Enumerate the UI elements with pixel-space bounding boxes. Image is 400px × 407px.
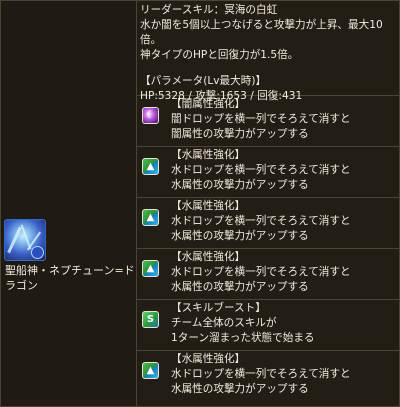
awakening-title: 【闇属性強化】 xyxy=(171,98,246,110)
dark-row-enhance-icon: ☾ xyxy=(142,107,159,124)
awakening-desc: 水ドロップを横一列でそろえて消すと xyxy=(171,164,351,176)
water-row-enhance-icon: ▲ xyxy=(142,209,159,226)
awakening-desc: 水属性の攻撃力がアップする xyxy=(171,281,309,293)
leader-skill-line: 神タイプのHPと回復力が1.5倍。 xyxy=(140,49,299,61)
awakening-desc: 水ドロップを横一列でそろえて消すと xyxy=(171,266,351,278)
awakening-row: ▲ 【水属性強化】 水ドロップを横一列でそろえて消すと 水属性の攻撃力がアップす… xyxy=(137,147,399,198)
awakening-title: 【水属性強化】 xyxy=(171,251,246,263)
water-row-enhance-icon: ▲ xyxy=(142,260,159,277)
awakening-desc: 水属性の攻撃力がアップする xyxy=(171,383,309,395)
leader-skill-title: リーダースキル：冥海の白虹 xyxy=(140,4,278,16)
awakening-desc: 闇属性の攻撃力がアップする xyxy=(171,128,309,140)
parameter-title: 【パラメータ(Lv最大時)】 xyxy=(140,75,267,87)
awakening-row: ▲ 【水属性強化】 水ドロップを横一列でそろえて消すと 水属性の攻撃力がアップす… xyxy=(137,249,399,300)
awakening-row: S 【スキルブースト】 チーム全体のスキルが 1ターン溜まった状態で始まる xyxy=(137,300,399,351)
awakening-row: ▲ 【水属性強化】 水ドロップを横一列でそろえて消すと 水属性の攻撃力がアップす… xyxy=(137,351,399,406)
awakening-desc: 水属性の攻撃力がアップする xyxy=(171,230,309,242)
awakening-desc: チーム全体のスキルが xyxy=(171,317,277,329)
monster-icon[interactable] xyxy=(4,219,46,261)
monster-name: 聖船神・ネプチューン=ドラゴン xyxy=(5,264,135,292)
monster-detail-table: 聖船神・ネプチューン=ドラゴン リーダースキル：冥海の白虹 水か闇を5個以上つな… xyxy=(0,0,400,407)
awakening-title: 【水属性強化】 xyxy=(171,149,246,161)
monster-column: 聖船神・ネプチューン=ドラゴン xyxy=(1,1,137,406)
awakening-title: 【水属性強化】 xyxy=(171,353,246,365)
awakening-desc: 水属性の攻撃力がアップする xyxy=(171,179,309,191)
awakening-desc: 水ドロップを横一列でそろえて消すと xyxy=(171,215,351,227)
awakening-title: 【スキルブースト】 xyxy=(171,302,266,314)
water-row-enhance-icon: ▲ xyxy=(142,362,159,379)
awakening-row: ▲ 【水属性強化】 水ドロップを横一列でそろえて消すと 水属性の攻撃力がアップす… xyxy=(137,198,399,249)
water-row-enhance-icon: ▲ xyxy=(142,158,159,175)
awakening-desc: 水ドロップを横一列でそろえて消すと xyxy=(171,368,351,380)
skill-boost-icon: S xyxy=(142,311,159,328)
awakening-row: ☾ 【闇属性強化】 闇ドロップを横一列でそろえて消すと 闇属性の攻撃力がアップす… xyxy=(137,96,399,147)
awakening-title: 【水属性強化】 xyxy=(171,200,246,212)
awakening-desc: 1ターン溜まった状態で始まる xyxy=(171,332,315,344)
awakening-desc: 闇ドロップを横一列でそろえて消すと xyxy=(171,113,351,125)
leader-skill-line: 水か闇を5個以上つなげると攻撃力が上昇、最大10倍。 xyxy=(140,19,383,46)
attribute-badge-icon xyxy=(31,246,44,259)
skill-info-cell: リーダースキル：冥海の白虹 水か闇を5個以上つなげると攻撃力が上昇、最大10倍。… xyxy=(137,1,399,102)
detail-column: リーダースキル：冥海の白虹 水か闇を5個以上つなげると攻撃力が上昇、最大10倍。… xyxy=(137,1,399,406)
